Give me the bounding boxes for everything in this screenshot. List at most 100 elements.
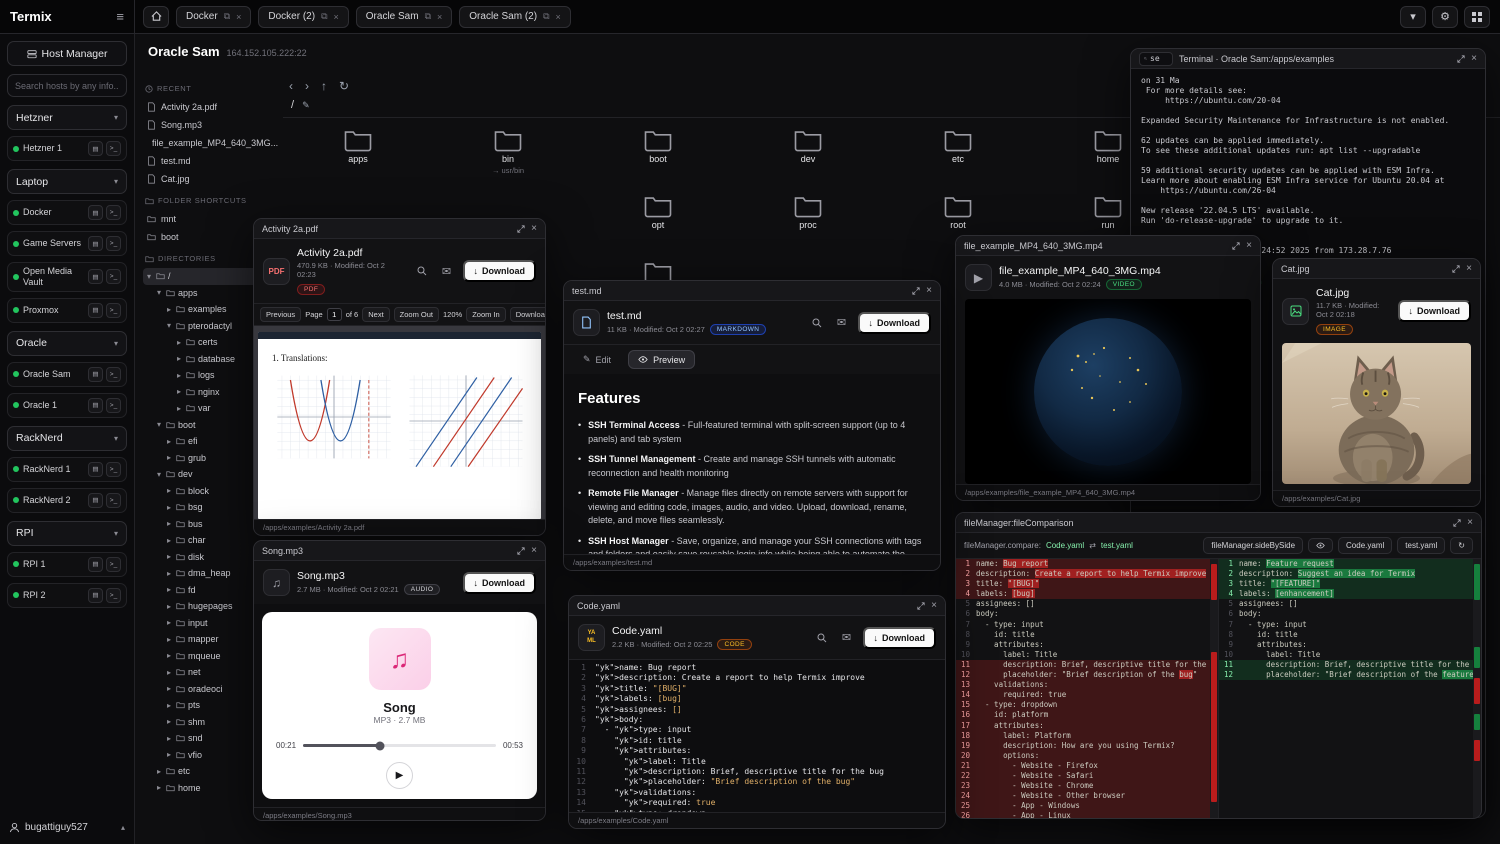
audio-titlebar[interactable]: Song.mp3 × (254, 541, 545, 561)
host-group-header[interactable]: RPI ▾ (7, 521, 127, 546)
close-icon[interactable]: × (1471, 53, 1477, 64)
next-page-button[interactable]: Next (362, 307, 389, 322)
code-window[interactable]: Code.yaml × YAML Code.yaml 2.2 KB · Modi… (568, 595, 946, 829)
tree-chevron-icon[interactable]: ▸ (165, 701, 173, 710)
tree-chevron-icon[interactable]: ▸ (175, 354, 183, 363)
tree-chevron-icon[interactable]: ▸ (165, 717, 173, 726)
recent-file-item[interactable]: file_example_MP4_640_3MG... (143, 134, 279, 152)
tree-chevron-icon[interactable]: ▸ (165, 305, 173, 314)
diff-right-minimap[interactable] (1473, 559, 1481, 818)
host-item[interactable]: Open Media Vault ▤ >_ (7, 262, 127, 292)
pdf-viewer[interactable]: 1. Translations: (254, 326, 545, 519)
close-icon[interactable]: × (531, 545, 537, 556)
diff-left-minimap[interactable] (1210, 559, 1218, 818)
code-titlebar[interactable]: Code.yaml × (569, 596, 945, 616)
host-terminal-button[interactable]: >_ (106, 303, 121, 318)
settings-button[interactable]: ⚙ (1432, 6, 1458, 28)
refresh-button[interactable]: ↻ (339, 79, 349, 93)
toggle-view-button[interactable] (1308, 538, 1333, 553)
breadcrumb-path[interactable]: / (291, 99, 294, 111)
host-files-button[interactable]: ▤ (88, 588, 103, 603)
audio-window[interactable]: Song.mp3 × ♫ Song.mp3 2.7 MB · Modified:… (253, 540, 546, 821)
close-icon[interactable]: × (1466, 263, 1472, 274)
host-group-header[interactable]: RackNerd ▾ (7, 426, 127, 451)
forward-button[interactable]: › (305, 79, 309, 93)
markdown-titlebar[interactable]: test.md × (564, 281, 940, 301)
menu-icon[interactable]: ≡ (116, 9, 124, 24)
previous-page-button[interactable]: Previous (260, 307, 301, 322)
pdf-window[interactable]: Activity 2a.pdf × PDF Activity 2a.pdf 47… (253, 218, 546, 536)
code-content[interactable]: 1"yk">name: Bug report 2"yk">description… (569, 659, 945, 812)
host-group-header[interactable]: Hetzner ▾ (7, 105, 127, 130)
search-icon[interactable] (413, 262, 431, 280)
recent-file-item[interactable]: Activity 2a.pdf (143, 98, 279, 116)
tree-chevron-icon[interactable]: ▸ (165, 750, 173, 759)
video-window[interactable]: file_example_MP4_640_3MG.mp4 × ▶ file_ex… (955, 235, 1261, 501)
tree-chevron-icon[interactable]: ▾ (155, 420, 163, 429)
host-files-button[interactable]: ▤ (88, 205, 103, 220)
tree-chevron-icon[interactable]: ▸ (165, 668, 173, 677)
close-icon[interactable]: × (236, 12, 241, 22)
host-terminal-button[interactable]: >_ (106, 269, 121, 284)
tree-chevron-icon[interactable]: ▸ (165, 585, 173, 594)
expand-icon[interactable] (517, 547, 525, 555)
mail-icon[interactable]: ✉ (838, 629, 856, 647)
image-window[interactable]: Cat.jpg × Cat.jpg 11.7 KB · Modified: Oc… (1272, 258, 1481, 507)
grid-folder[interactable]: etc (883, 124, 1033, 186)
recent-file-item[interactable]: Cat.jpg (143, 170, 279, 188)
terminal-search[interactable] (1139, 52, 1173, 66)
tree-chevron-icon[interactable]: ▸ (165, 503, 173, 512)
tree-chevron-icon[interactable]: ▸ (165, 618, 173, 627)
tree-chevron-icon[interactable]: ▸ (165, 651, 173, 660)
image-titlebar[interactable]: Cat.jpg × (1273, 259, 1480, 279)
back-button[interactable]: ‹ (289, 79, 293, 93)
image-view[interactable] (1282, 343, 1471, 484)
chevron-down-button[interactable]: ▾ (1400, 6, 1426, 28)
expand-icon[interactable] (1453, 519, 1461, 527)
tab[interactable]: Docker ⧉ × (176, 6, 251, 28)
host-files-button[interactable]: ▤ (88, 236, 103, 251)
zoom-out-button[interactable]: Zoom Out (394, 307, 439, 322)
terminal-titlebar[interactable]: Terminal · Oracle Sam:/apps/examples × (1131, 49, 1485, 69)
pdf-titlebar[interactable]: Activity 2a.pdf × (254, 219, 545, 239)
tree-chevron-icon[interactable]: ▸ (165, 486, 173, 495)
tree-chevron-icon[interactable]: ▸ (165, 519, 173, 528)
host-group-header[interactable]: Oracle ▾ (7, 331, 127, 356)
download-button[interactable]: ↓Download (863, 627, 937, 649)
expand-icon[interactable] (517, 225, 525, 233)
host-terminal-button[interactable]: >_ (106, 367, 121, 382)
grid-folder[interactable]: proc (733, 190, 883, 252)
host-files-button[interactable]: ▤ (88, 462, 103, 477)
comparison-titlebar[interactable]: fileManager:fileComparison × (956, 513, 1481, 533)
host-terminal-button[interactable]: >_ (106, 236, 121, 251)
grid-layout-button[interactable] (1464, 6, 1490, 28)
close-icon[interactable]: × (556, 12, 561, 22)
host-files-button[interactable]: ▤ (88, 141, 103, 156)
host-item[interactable]: Docker ▤ >_ (7, 200, 127, 225)
refresh-compare-button[interactable]: ↻ (1450, 537, 1473, 554)
tree-chevron-icon[interactable]: ▸ (155, 767, 163, 776)
host-search-input[interactable] (7, 74, 127, 97)
host-item[interactable]: RPI 2 ▤ >_ (7, 583, 127, 608)
video-player[interactable] (965, 299, 1251, 484)
host-item[interactable]: Proxmox ▤ >_ (7, 298, 127, 323)
host-item[interactable]: RackNerd 2 ▤ >_ (7, 488, 127, 513)
search-icon[interactable] (808, 314, 826, 332)
tab-edit[interactable]: ✎Edit (573, 350, 621, 369)
download-button[interactable]: ↓Download (463, 572, 537, 594)
markdown-preview[interactable]: Features • SSH Terminal Access - Full-fe… (564, 374, 940, 554)
recent-file-item[interactable]: test.md (143, 152, 279, 170)
split-icon[interactable]: ⧉ (224, 11, 230, 22)
tab[interactable]: Oracle Sam (2) ⧉ × (459, 6, 571, 28)
host-files-button[interactable]: ▤ (88, 493, 103, 508)
split-icon[interactable]: ⧉ (543, 11, 549, 22)
expand-icon[interactable] (1457, 55, 1465, 63)
host-terminal-button[interactable]: >_ (106, 493, 121, 508)
expand-icon[interactable] (917, 602, 925, 610)
diff-right-pane[interactable]: 1name: Feature request 2description: Sug… (1219, 559, 1481, 818)
host-files-button[interactable]: ▤ (88, 303, 103, 318)
tree-chevron-icon[interactable]: ▸ (165, 734, 173, 743)
close-icon[interactable]: × (334, 12, 339, 22)
tree-chevron-icon[interactable]: ▸ (175, 371, 183, 380)
swap-icon[interactable]: ⇄ (1089, 541, 1096, 550)
